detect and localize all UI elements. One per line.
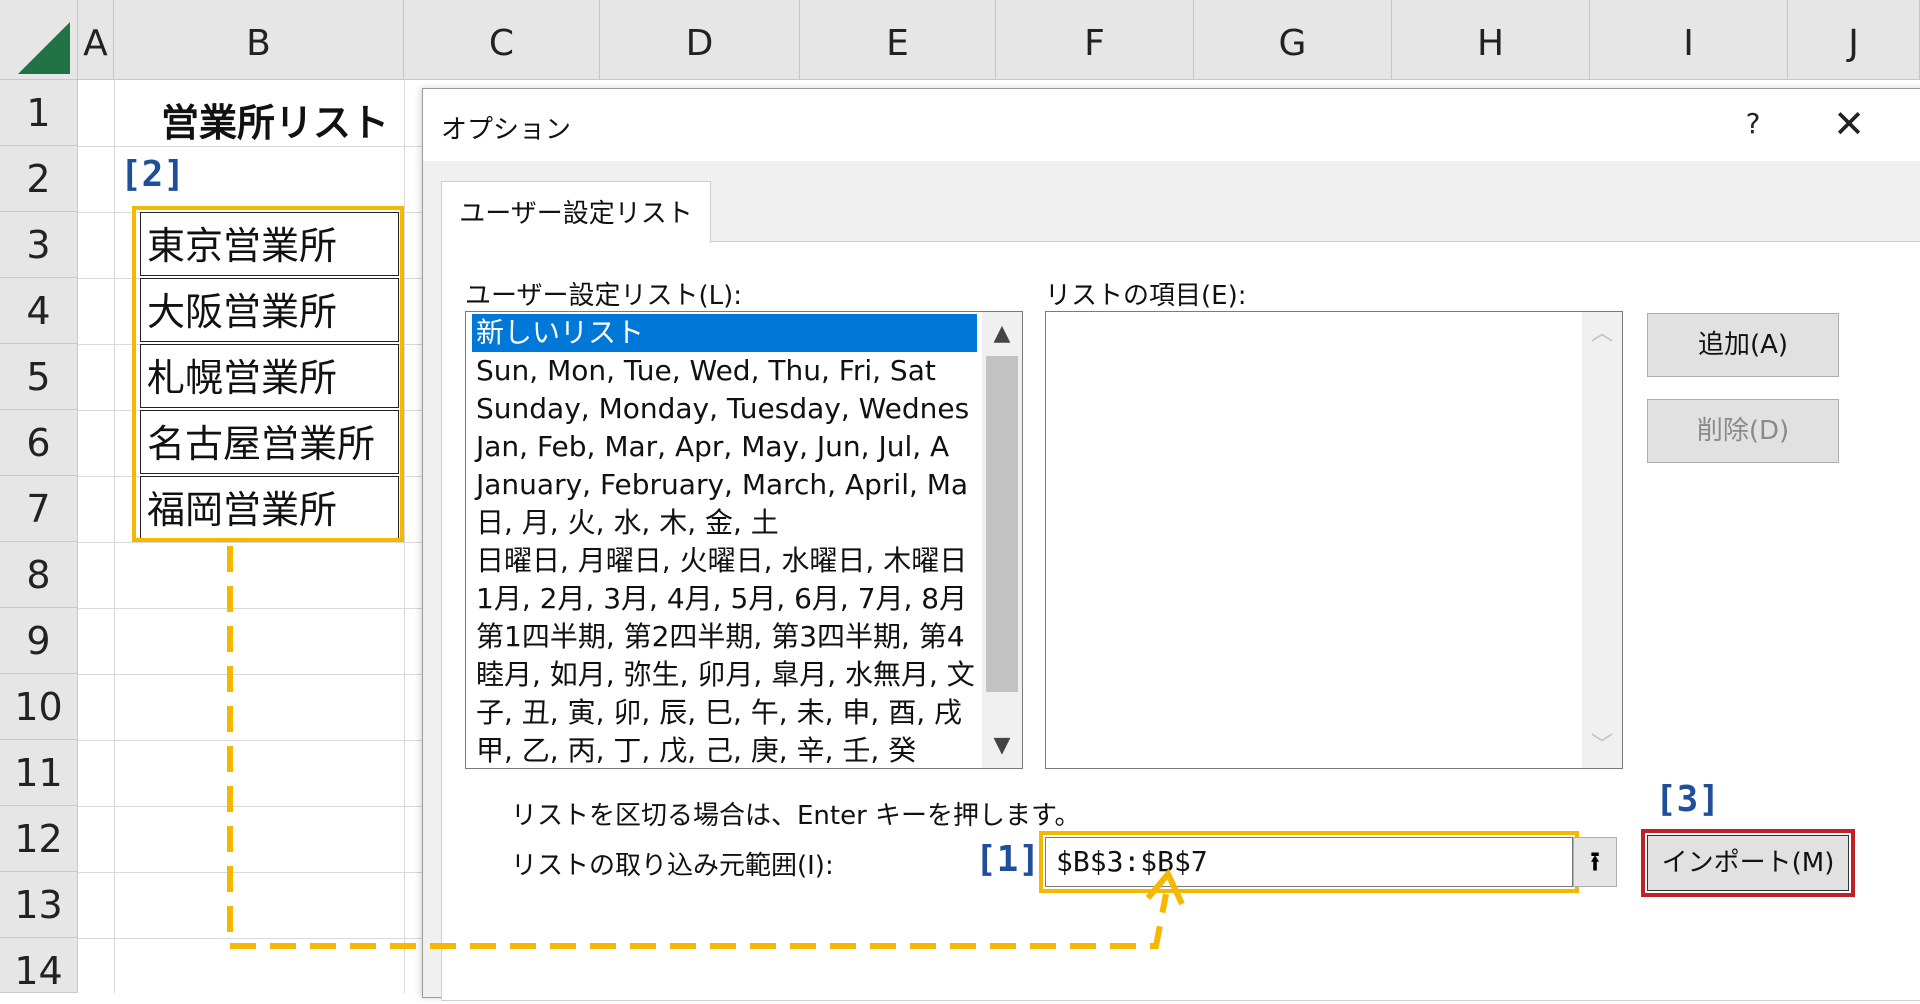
row-header-7[interactable]: 7	[0, 476, 78, 542]
column-header-g[interactable]: G	[1194, 0, 1392, 80]
list-item[interactable]: Sun, Mon, Tue, Wed, Thu, Fri, Sat	[472, 352, 977, 390]
row-header-5[interactable]: 5	[0, 344, 78, 410]
separator-hint: リストを区切る場合は、Enter キーを押します。	[511, 801, 1081, 831]
custom-lists-label: ユーザー設定リスト(L):	[465, 281, 743, 311]
list-item[interactable]: 甲, 乙, 丙, 丁, 戊, 己, 庚, 辛, 壬, 癸	[472, 732, 977, 768]
row-header-9[interactable]: 9	[0, 608, 78, 674]
list-item[interactable]: January, February, March, April, Ma	[472, 466, 977, 504]
import-range-label: リストの取り込み元範囲(I):	[511, 851, 834, 881]
list-entries-textbox[interactable]: ︿ ﹀	[1045, 311, 1623, 769]
cell-b1-title[interactable]: 営業所リスト	[160, 92, 390, 147]
step-2-label: [2]	[120, 154, 186, 195]
column-header-e[interactable]: E	[800, 0, 996, 80]
row-header-14[interactable]: 14	[0, 938, 78, 993]
row-header-4[interactable]: 4	[0, 278, 78, 344]
row-header-8[interactable]: 8	[0, 542, 78, 608]
select-all-triangle-icon	[18, 22, 70, 74]
scroll-down-icon[interactable]: ▼	[982, 726, 1022, 766]
row-header-10[interactable]: 10	[0, 674, 78, 740]
list-item[interactable]: Jan, Feb, Mar, Apr, May, Jun, Jul, A	[472, 428, 977, 466]
lists-scrollbar[interactable]: ▲ ▼	[982, 312, 1022, 768]
close-button[interactable]: ✕	[1819, 97, 1879, 151]
import-button[interactable]: インポート(M)	[1647, 835, 1849, 891]
dialog-title: オプション	[441, 115, 572, 145]
range-input-highlight	[1039, 831, 1579, 893]
add-button[interactable]: 追加(A)	[1647, 313, 1839, 377]
column-header-b[interactable]: B	[114, 0, 404, 80]
custom-lists-listbox[interactable]: 新しいリスト Sun, Mon, Tue, Wed, Thu, Fri, Sat…	[465, 311, 1023, 769]
list-item[interactable]: 子, 丑, 寅, 卯, 辰, 巳, 午, 未, 申, 酉, 戌	[472, 694, 977, 732]
grid-line	[114, 80, 115, 993]
scrollbar-thumb[interactable]	[986, 356, 1018, 692]
dialog-titlebar[interactable]: オプション ? ✕	[423, 89, 1920, 161]
list-item-selected[interactable]: 新しいリスト	[472, 314, 977, 352]
column-header-h[interactable]: H	[1392, 0, 1590, 80]
step-1-label: [1]	[975, 839, 1041, 880]
list-item[interactable]: 日曜日, 月曜日, 火曜日, 水曜日, 木曜日	[472, 542, 977, 580]
grid-line	[404, 80, 405, 993]
row-header-12[interactable]: 12	[0, 806, 78, 872]
row-header-13[interactable]: 13	[0, 872, 78, 938]
row-header-11[interactable]: 11	[0, 740, 78, 806]
scroll-up-icon[interactable]: ▲	[982, 314, 1022, 354]
help-button[interactable]: ?	[1723, 99, 1783, 149]
column-header-j[interactable]: J	[1788, 0, 1920, 80]
entries-scrollbar[interactable]: ︿ ﹀	[1582, 312, 1622, 768]
scroll-down-icon: ﹀	[1590, 733, 1613, 758]
column-header-d[interactable]: D	[600, 0, 800, 80]
column-header-a[interactable]: A	[78, 0, 114, 80]
list-item[interactable]: 日, 月, 火, 水, 木, 金, 土	[472, 504, 977, 542]
list-item[interactable]: 睦月, 如月, 弥生, 卯月, 皐月, 水無月, 文	[472, 656, 977, 694]
row-header-1[interactable]: 1	[0, 80, 78, 146]
collapse-dialog-icon[interactable]: ⭱	[1573, 837, 1617, 887]
options-dialog: オプション ? ✕ ユーザー設定リスト ユーザー設定リスト(L): リストの項目…	[422, 88, 1920, 1001]
tab-custom-lists[interactable]: ユーザー設定リスト	[441, 181, 711, 243]
delete-button[interactable]: 削除(D)	[1647, 399, 1839, 463]
row-header-6[interactable]: 6	[0, 410, 78, 476]
list-entries-label: リストの項目(E):	[1045, 281, 1247, 311]
list-item[interactable]: 第1四半期, 第2四半期, 第3四半期, 第4	[472, 618, 977, 656]
step-3-label: [3]	[1655, 779, 1721, 820]
scroll-up-icon: ︿	[1590, 321, 1613, 346]
list-item[interactable]: 1月, 2月, 3月, 4月, 5月, 6月, 7月, 8月	[472, 580, 977, 618]
list-item[interactable]: Sunday, Monday, Tuesday, Wednes	[472, 390, 977, 428]
source-range-highlight	[132, 206, 404, 542]
column-header-f[interactable]: F	[996, 0, 1194, 80]
column-header-c[interactable]: C	[404, 0, 600, 80]
row-header-2[interactable]: 2	[0, 146, 78, 212]
row-header-3[interactable]: 3	[0, 212, 78, 278]
column-header-i[interactable]: I	[1590, 0, 1788, 80]
